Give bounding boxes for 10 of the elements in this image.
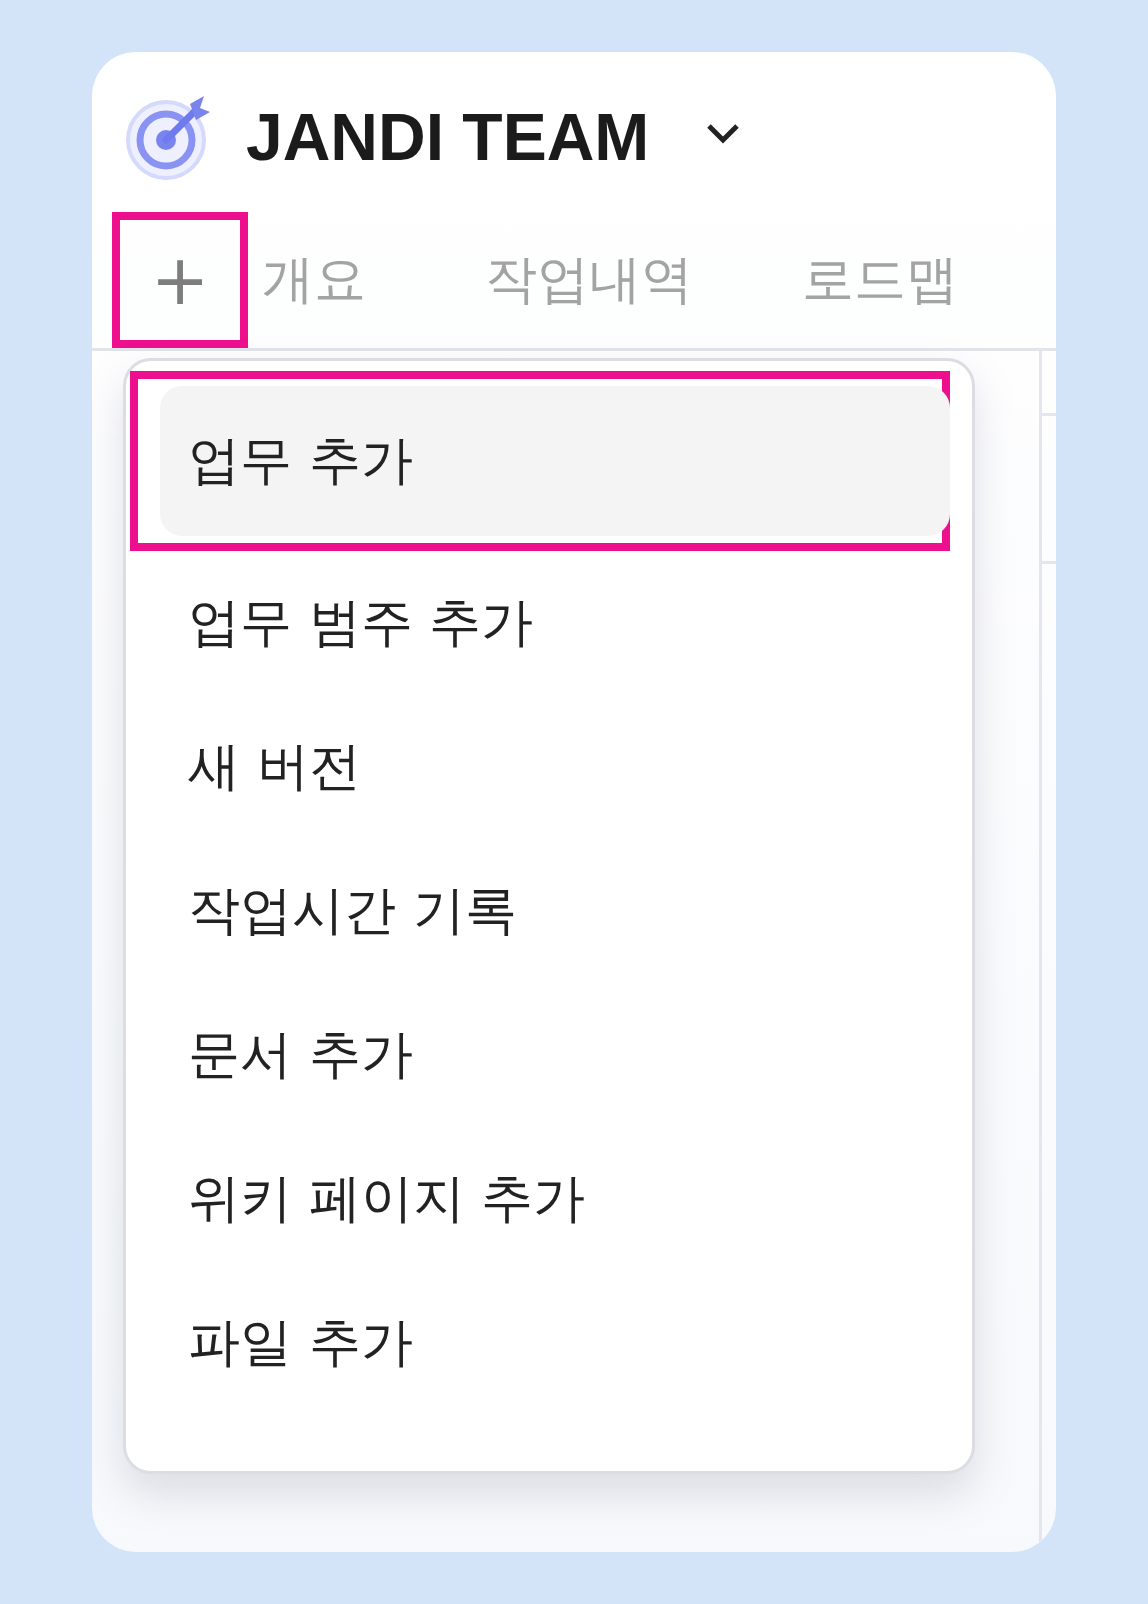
menu-item[interactable]: 작업시간 기록 bbox=[130, 847, 950, 975]
add-button[interactable]: + bbox=[112, 212, 248, 348]
menu-item[interactable]: 파일 추가 bbox=[130, 1279, 950, 1407]
menu-item[interactable]: 위키 페이지 추가 bbox=[130, 1135, 950, 1263]
chevron-down-icon[interactable] bbox=[705, 121, 742, 145]
menu-item[interactable]: 새 버전 bbox=[130, 703, 950, 831]
team-name: JANDI TEAM bbox=[246, 99, 650, 175]
menu-item[interactable]: 문서 추가 bbox=[130, 991, 950, 1119]
menu-item[interactable]: 업무 추가 bbox=[160, 386, 950, 536]
menu-item[interactable]: 업무 범주 추가 bbox=[130, 559, 950, 687]
